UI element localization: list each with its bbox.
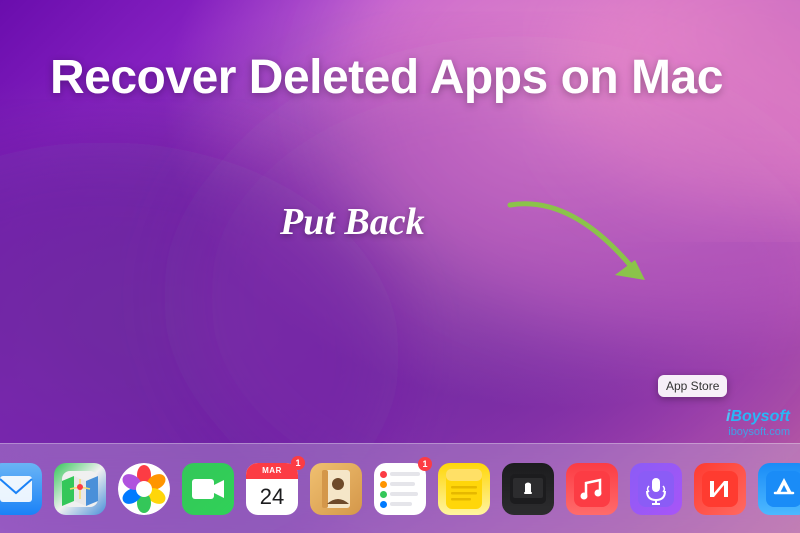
title-area: Recover Deleted Apps on Mac — [0, 0, 800, 125]
dock-item-contacts[interactable] — [307, 460, 365, 518]
main-title: Recover Deleted Apps on Mac — [50, 50, 750, 105]
dock-item-tv[interactable] — [499, 460, 557, 518]
watermark-brand: iBoysoft — [726, 408, 790, 426]
tv-icon — [502, 463, 554, 515]
podcasts-icon — [630, 463, 682, 515]
music-icon — [566, 463, 618, 515]
mail-icon — [0, 463, 42, 515]
dock-item-appstore[interactable] — [755, 460, 800, 518]
dock: MAR 24 1 — [0, 443, 800, 533]
watermark: iBoysoft iboysoft.com — [726, 408, 790, 438]
facetime-icon — [182, 463, 234, 515]
photos-icon — [118, 463, 170, 515]
dock-item-podcasts[interactable] — [627, 460, 685, 518]
news-icon — [694, 463, 746, 515]
dock-item-reminders[interactable]: 1 — [371, 460, 429, 518]
dock-item-maps[interactable] — [51, 460, 109, 518]
notes-icon — [438, 463, 490, 515]
calendar-month: MAR — [246, 463, 298, 479]
dock-item-mail[interactable] — [0, 460, 45, 518]
watermark-domain: iboysoft.com — [726, 426, 790, 438]
dock-item-photos[interactable] — [115, 460, 173, 518]
arrow-container — [490, 185, 650, 290]
put-back-area: Put Back — [280, 200, 425, 244]
reminders-badge: 1 — [418, 457, 432, 471]
dock-item-music[interactable] — [563, 460, 621, 518]
dock-item-facetime[interactable] — [179, 460, 237, 518]
app-store-tooltip: App Store — [658, 375, 727, 397]
contacts-icon — [310, 463, 362, 515]
appstore-icon — [758, 463, 800, 515]
put-back-text: Put Back — [280, 200, 425, 244]
reminders-icon — [374, 463, 426, 515]
maps-icon — [54, 463, 106, 515]
calendar-badge: 1 — [291, 456, 305, 470]
calendar-icon: MAR 24 — [246, 463, 298, 515]
dock-item-notes[interactable] — [435, 460, 493, 518]
calendar-day: 24 — [246, 479, 298, 515]
dock-item-calendar[interactable]: MAR 24 1 — [243, 460, 301, 518]
dock-item-news[interactable] — [691, 460, 749, 518]
